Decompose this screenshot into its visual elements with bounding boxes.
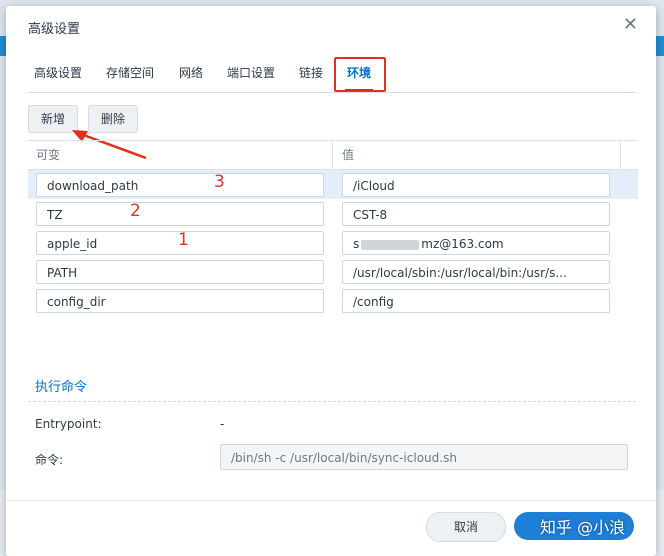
tab-advanced[interactable]: 高级设置 xyxy=(34,62,82,92)
table-header: 可变 值 xyxy=(28,140,638,170)
env-key-field[interactable]: PATH xyxy=(36,260,324,284)
exec-section-title: 执行命令 xyxy=(35,380,88,395)
value-suffix: mz@163.com xyxy=(421,237,504,251)
column-divider[interactable] xyxy=(620,141,621,169)
annotation-number: 2 xyxy=(130,201,141,221)
tab-links[interactable]: 链接 xyxy=(299,62,323,92)
env-key-field[interactable]: config_dir xyxy=(36,289,324,313)
column-header-value[interactable]: 值 xyxy=(342,141,354,169)
env-value-field[interactable]: s mz@163.com xyxy=(342,231,610,255)
tab-network[interactable]: 网络 xyxy=(179,62,203,92)
table-row[interactable]: PATH /usr/local/sbin:/usr/local/bin:/usr… xyxy=(28,257,638,286)
command-label: 命令: xyxy=(35,453,64,467)
entrypoint-value: - xyxy=(220,417,225,431)
close-icon[interactable]: ✕ xyxy=(623,14,638,35)
env-value-field[interactable]: /usr/local/sbin:/usr/local/bin:/usr/s... xyxy=(342,260,610,284)
env-value-field[interactable]: CST-8 xyxy=(342,202,610,226)
dialog-title: 高级设置 xyxy=(28,22,81,37)
annotation-number: 1 xyxy=(178,230,189,250)
env-value-field[interactable]: /iCloud xyxy=(342,173,610,197)
advanced-settings-dialog: 高级设置 ✕ 高级设置 存储空间 网络 端口设置 链接 环境 新增 删除 可变 … xyxy=(6,6,656,556)
entrypoint-label: Entrypoint: xyxy=(35,417,102,431)
command-field[interactable]: /bin/sh -c /usr/local/bin/sync-icloud.sh xyxy=(220,444,628,470)
tab-bar: 高级设置 存储空间 网络 端口设置 链接 环境 xyxy=(28,62,636,93)
annotation-number: 3 xyxy=(214,172,225,192)
table-row[interactable]: apple_id s mz@163.com 1 xyxy=(28,228,638,257)
tab-storage[interactable]: 存储空间 xyxy=(106,62,154,92)
cancel-button[interactable]: 取消 xyxy=(426,512,506,542)
env-value-field[interactable]: /config xyxy=(342,289,610,313)
annotation-highlight-box xyxy=(334,57,386,92)
table-row[interactable]: config_dir /config xyxy=(28,286,638,315)
watermark: 知乎 @小浪 xyxy=(540,518,626,537)
column-divider[interactable] xyxy=(332,141,333,169)
dialog-footer-divider xyxy=(6,500,656,501)
column-header-variable[interactable]: 可变 xyxy=(36,141,60,169)
tab-port-settings[interactable]: 端口设置 xyxy=(227,62,275,92)
env-table: 可变 值 download_path /iCloud 3 TZ CST-8 2 … xyxy=(28,140,638,315)
value-prefix: s xyxy=(353,237,360,251)
env-key-field[interactable]: download_path xyxy=(36,173,324,197)
section-divider xyxy=(28,401,636,402)
redacted-block xyxy=(361,239,420,250)
env-key-field[interactable]: TZ xyxy=(36,202,324,226)
table-row[interactable]: download_path /iCloud 3 xyxy=(28,170,638,199)
table-row[interactable]: TZ CST-8 2 xyxy=(28,199,638,228)
